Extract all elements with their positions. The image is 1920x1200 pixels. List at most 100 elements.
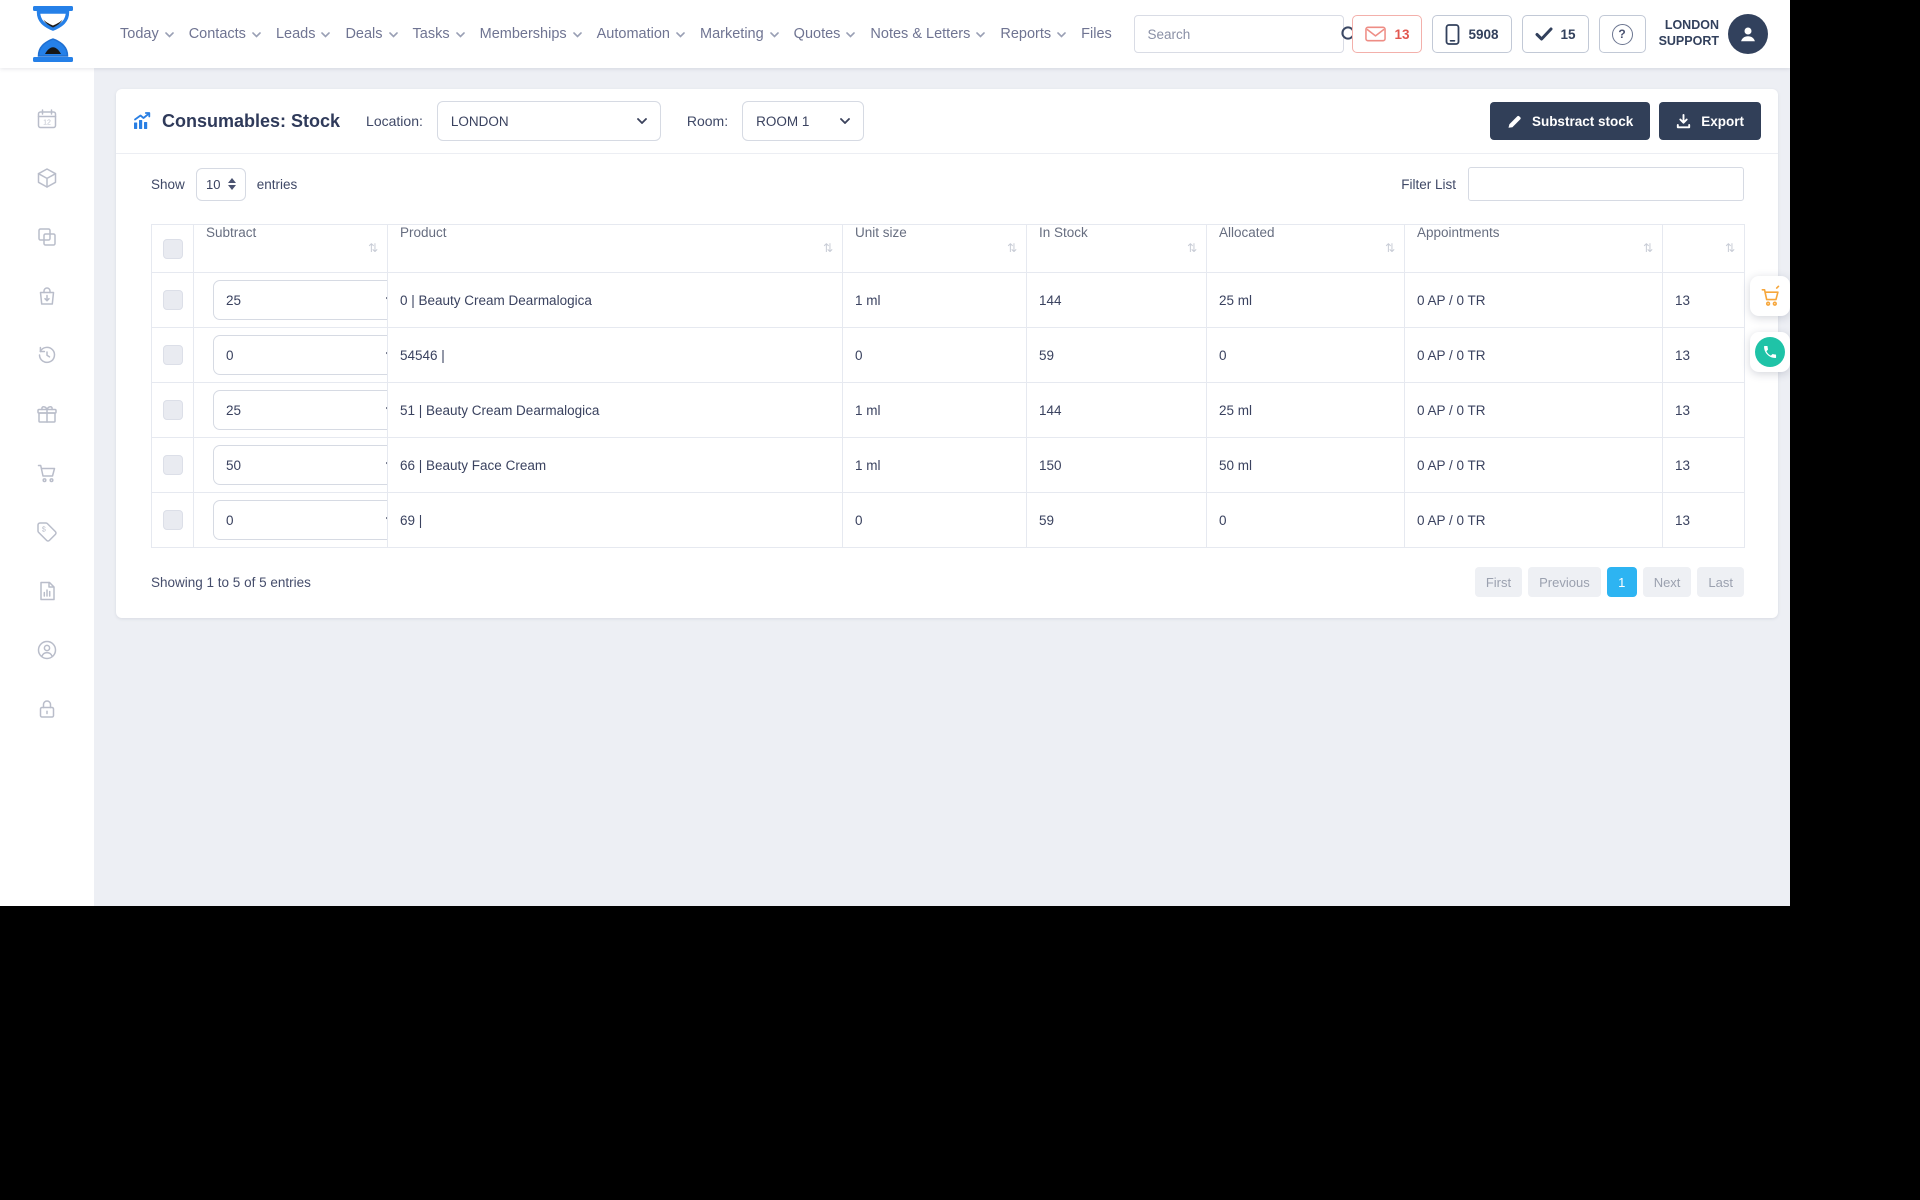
col-label: Unit size (855, 225, 907, 241)
row-checkbox[interactable] (162, 290, 183, 310)
nav-item-tasks[interactable]: Tasks (411, 20, 467, 48)
col-header-in-stock[interactable]: In Stock ⇅ (1026, 224, 1207, 273)
unit-size-cell: 1 ml (842, 382, 1027, 438)
row-checkbox[interactable] (162, 455, 183, 475)
sidebar-item-security[interactable] (34, 696, 60, 722)
sidebar-item-history[interactable] (34, 342, 60, 368)
row-checkbox[interactable] (162, 400, 183, 420)
unit-size-cell: 0 (842, 327, 1027, 383)
extra-cell: 0 AP / 0 TR (1404, 492, 1663, 548)
col-header-product[interactable]: Product ⇅ (387, 224, 843, 273)
extra-cell: 13 (1662, 437, 1745, 493)
report-icon (40, 581, 55, 601)
app-logo[interactable] (30, 5, 76, 63)
in-stock-cell: 150 (1026, 437, 1207, 493)
table-row: 25 0 | Beauty Cream Dearmalogica 1 ml 14… (151, 272, 1745, 328)
sort-icon: ⇅ (1642, 241, 1653, 255)
allocated-cell: 50 ml (1206, 437, 1405, 493)
subtract-stock-button[interactable]: Substract stock (1489, 102, 1651, 140)
tasks-badge[interactable]: 15 (1521, 15, 1589, 53)
pagination-next[interactable]: Next (1642, 567, 1692, 597)
sidebar-item-gift-vouchers[interactable] (34, 401, 60, 427)
sidebar-item-duplicates[interactable] (34, 224, 60, 250)
subtract-select[interactable]: 0 (213, 500, 387, 540)
sidebar-item-orders[interactable] (34, 283, 60, 309)
nav-item-deals[interactable]: Deals (343, 20, 399, 48)
subtract-select[interactable]: 25 (213, 280, 387, 320)
location-select[interactable]: LONDON (436, 101, 661, 141)
call-fab[interactable] (1750, 332, 1790, 372)
extra-cell: 13 (1662, 492, 1745, 548)
appointments-cell: 0 AP / 0 TR (1404, 437, 1663, 493)
export-button[interactable]: Export (1659, 102, 1761, 140)
chevron-down-icon (636, 118, 647, 124)
col-header-appointments[interactable]: Appointments ⇅ (1404, 224, 1663, 273)
subtract-select[interactable]: 25 (213, 390, 387, 430)
cart-fab[interactable] (1750, 276, 1790, 316)
pagination-page-1[interactable]: 1 (1606, 567, 1637, 597)
pagination-last[interactable]: Last (1697, 567, 1744, 597)
nav-item-files[interactable]: Files (1079, 20, 1114, 48)
col-header-unit-size[interactable]: Unit size ⇅ (842, 224, 1027, 273)
sidebar-item-calendar[interactable]: 12 (34, 106, 60, 132)
row-checkbox[interactable] (162, 345, 183, 365)
col-header-subtract[interactable]: Subtract ⇅ (193, 224, 388, 273)
subtract-value: 0 (226, 347, 234, 363)
chevron-down-icon (572, 32, 582, 38)
phone-count: 5908 (1468, 26, 1499, 42)
download-icon (1677, 113, 1691, 128)
col-header-extra[interactable]: ⇅ (1662, 224, 1745, 273)
col-label: In Stock (1039, 225, 1088, 241)
row-checkbox[interactable] (162, 510, 183, 530)
avatar[interactable] (1728, 14, 1768, 54)
nav-item-automation[interactable]: Automation (595, 20, 687, 48)
chevron-down-icon (769, 32, 779, 38)
help-badge[interactable]: ? (1598, 15, 1646, 53)
hourglass-logo-icon (33, 6, 73, 62)
mail-badge[interactable]: 13 (1352, 15, 1423, 53)
subtract-select[interactable]: 0 (213, 335, 387, 375)
pagination-first[interactable]: First (1474, 567, 1523, 597)
smartphone-icon (1446, 23, 1460, 45)
gift-icon (37, 405, 57, 423)
filter-list-input[interactable] (1468, 167, 1744, 201)
sort-icon: ⇅ (1724, 241, 1735, 255)
nav-item-memberships[interactable]: Memberships (478, 20, 584, 48)
search-input[interactable] (1135, 26, 1337, 42)
sidebar-item-pricing[interactable]: $ (34, 519, 60, 545)
col-header-allocated[interactable]: Allocated ⇅ (1206, 224, 1405, 273)
main-nav: Today Contacts Leads Deals Tasks Members… (118, 20, 1114, 48)
sidebar-item-products[interactable] (34, 165, 60, 191)
sort-icon: ⇅ (367, 241, 378, 255)
sort-icon: ⇅ (1384, 241, 1395, 255)
mail-count: 13 (1394, 26, 1410, 42)
phone-badge[interactable]: 5908 (1432, 15, 1512, 53)
nav-item-contacts[interactable]: Contacts (187, 20, 263, 48)
sidebar-item-purchases[interactable] (34, 460, 60, 486)
chevron-down-icon (1057, 32, 1066, 38)
nav-item-leads[interactable]: Leads (274, 20, 333, 48)
check-count: 15 (1560, 26, 1576, 42)
nav-item-reports[interactable]: Reports (998, 20, 1068, 48)
subtract-select[interactable]: 50 (213, 445, 387, 485)
pagination-previous[interactable]: Previous (1528, 567, 1601, 597)
sidebar-item-reports[interactable] (34, 578, 60, 604)
unit-size-cell: 0 (842, 492, 1027, 548)
subtract-value: 25 (226, 292, 242, 308)
unit-size-cell: 1 ml (842, 272, 1027, 328)
user-name[interactable]: LONDON SUPPORT (1659, 18, 1719, 49)
nav-item-notes-letters[interactable]: Notes & Letters (868, 20, 987, 48)
nav-item-quotes[interactable]: Quotes (792, 20, 858, 48)
chevron-down-icon (321, 32, 331, 38)
allocated-cell: 0 (1206, 492, 1405, 548)
account-icon (37, 640, 57, 660)
select-all-checkbox[interactable] (162, 238, 183, 259)
mail-icon (1365, 26, 1387, 42)
sidebar-item-account[interactable] (34, 637, 60, 663)
entries-summary: Showing 1 to 5 of 5 entries (151, 575, 311, 590)
room-select[interactable]: ROOM 1 (742, 101, 865, 141)
nav-item-marketing[interactable]: Marketing (698, 20, 781, 48)
nav-item-today[interactable]: Today (118, 20, 176, 48)
show-entries-select[interactable]: 10 (195, 167, 246, 201)
in-stock-cell: 59 (1026, 327, 1207, 383)
